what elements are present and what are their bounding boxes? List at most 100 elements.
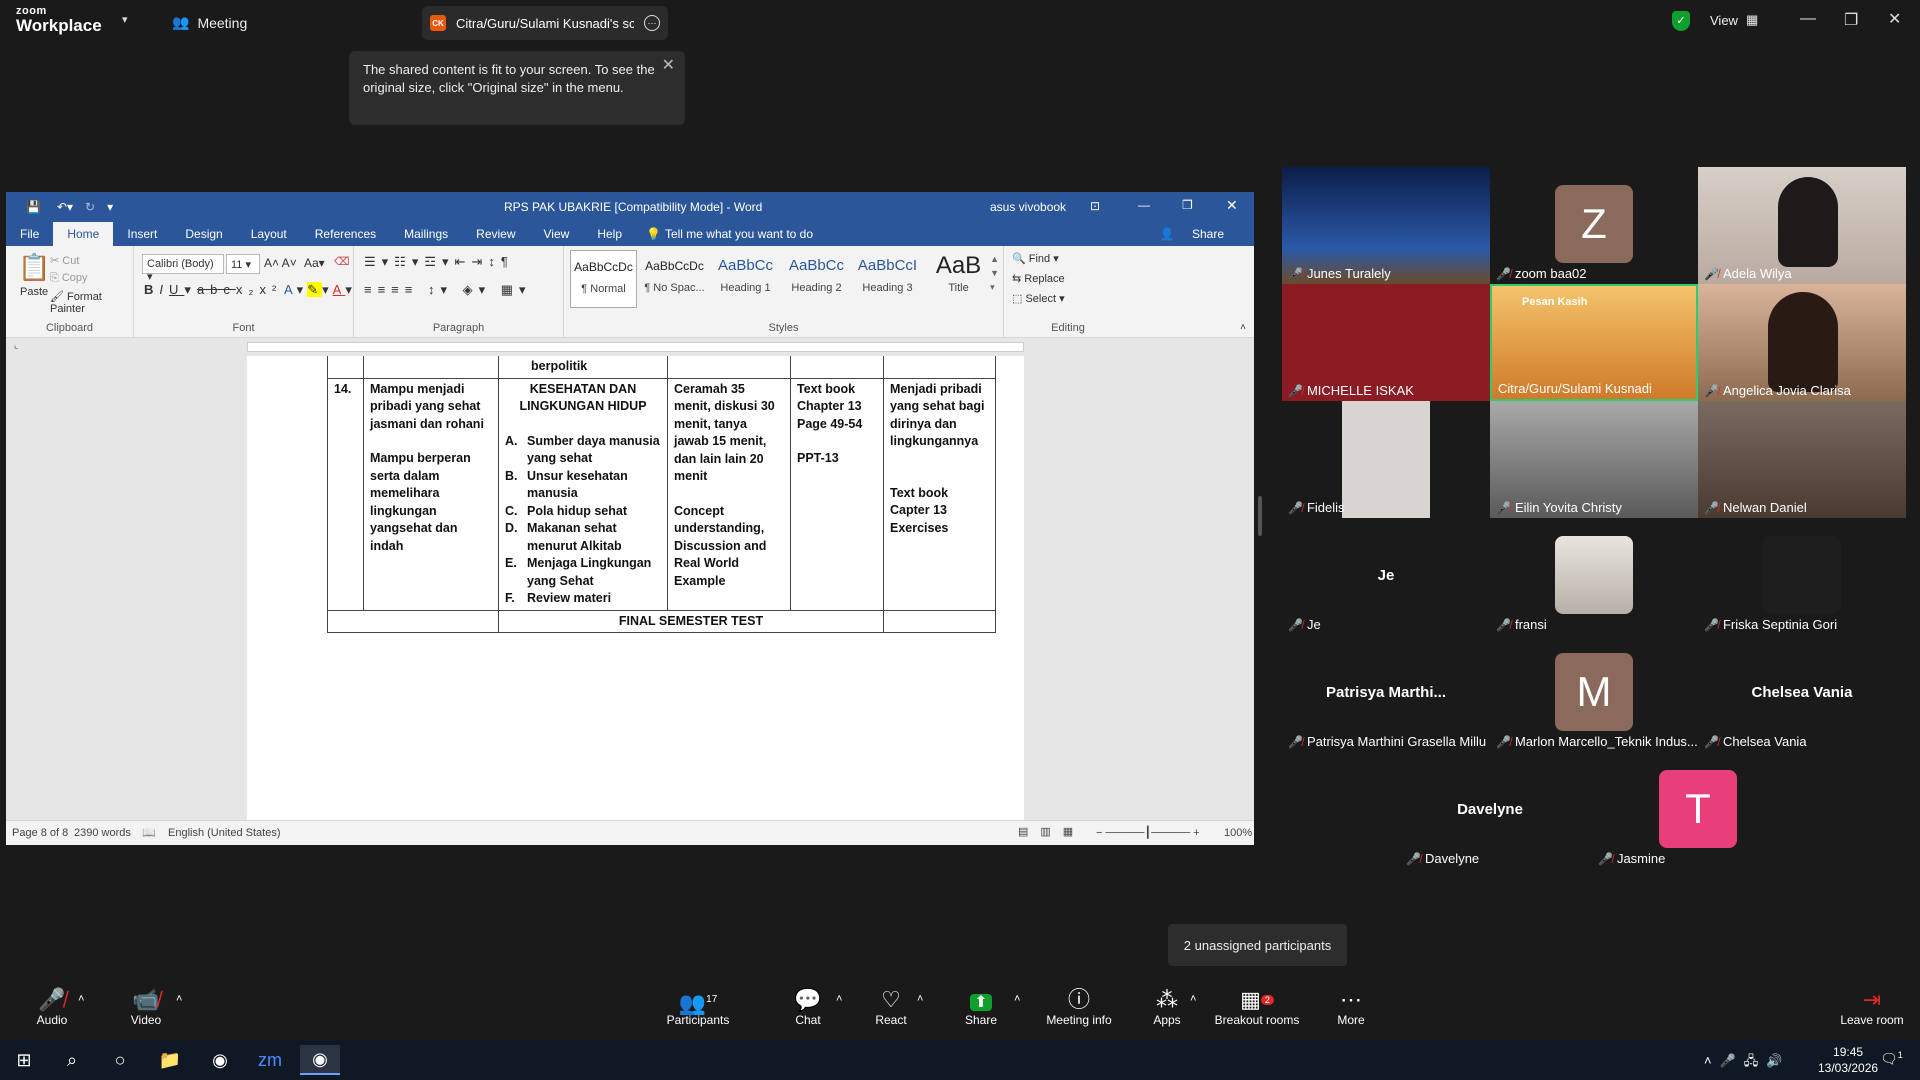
audio-options-caret[interactable]: ˄ [78,993,84,1005]
style-item[interactable]: AaB Title [925,250,992,308]
find-button[interactable]: 🔍 Find ▾ [1012,252,1059,265]
participant-tile[interactable]: 🎤̸ Friska Septinia Gori [1698,518,1906,635]
react-button[interactable]: ♡ React [874,987,908,1027]
share-button[interactable]: 👤 Share [1146,222,1254,246]
row-number[interactable]: 14. [327,377,364,611]
styles-scroll-icon[interactable]: ▲ ▼ ▾ [990,252,999,294]
more-options-icon[interactable]: ··· [644,15,660,31]
replace-button[interactable]: ⇆ Replace [1012,272,1065,285]
more-button[interactable]: ⋯ More [1336,987,1366,1027]
table-cell[interactable]: Mampu menjadi pribadi yang sehat jasmani… [363,377,499,611]
participant-tile[interactable]: 🎤̸ Fidelis [1282,401,1490,518]
participant-tile[interactable]: 🎤̸ Nelwan Daniel [1698,401,1906,518]
participant-tile[interactable]: 🎤̸ MICHELLE ISKAK [1282,284,1490,401]
zoom-level[interactable]: 100% [1224,827,1252,839]
table-cell[interactable]: Menjadi pribadi yang sehat bagi dirinya … [883,377,996,611]
minimize-icon[interactable]: — [1800,10,1816,28]
tab-review[interactable]: Review [462,222,529,246]
system-tray-icons[interactable]: ˄🎤🖧🔊 [1704,1052,1790,1074]
react-options-caret[interactable]: ˄ [917,993,923,1005]
zoom-slider[interactable]: − ─────┃───── + [1096,826,1200,839]
participant-tile[interactable]: 🎤̸ Adela Wilya [1698,167,1906,284]
format-painter-button[interactable]: 🖌 Format Painter [50,290,133,315]
participant-tile[interactable]: Patrisya Marthi... 🎤̸ Patrisya Marthini G… [1282,635,1490,752]
tab-help[interactable]: Help [583,222,636,246]
chrome-active-icon[interactable]: ◉ [300,1045,340,1075]
restore-icon[interactable]: ❐ [1844,10,1858,30]
participant-tile[interactable]: 🎤̸ Junes Turalely [1282,167,1490,284]
collapse-ribbon-icon[interactable]: ˄ [1240,322,1246,333]
chrome-icon[interactable]: ◉ [200,1045,240,1075]
save-icon[interactable]: 💾 [26,200,41,214]
align-icons[interactable]: ≡≡≡≡ ↕▾ ◈▾ ▦▾ [364,282,532,298]
font-name-select[interactable]: Calibri (Body) ▾ [142,254,224,283]
paste-icon[interactable]: 📋 [18,252,50,283]
participant-tile[interactable]: M 🎤̸ Marlon Marcello_Teknik Indus... [1490,635,1698,752]
participant-tile[interactable]: 🎤̸ fransi [1490,518,1698,635]
document-page[interactable]: berpolitik 14. Mampu menjadi pribadi yan… [247,356,1024,820]
apps-button[interactable]: ⁂ Apps [1152,987,1182,1027]
table-cell[interactable]: Text book Chapter 13 Page 49-54 PPT-13 [790,377,884,611]
tab-view[interactable]: View [530,222,584,246]
chat-options-caret[interactable]: ˄ [836,993,842,1005]
style-item[interactable]: AaBbCcDc ¶ Normal [570,250,637,308]
text-format-icons[interactable]: BIU▾abcx₂x² [144,282,282,298]
unassigned-participants-tooltip[interactable]: 2 unassigned participants [1168,924,1347,966]
meeting-info-button[interactable]: ⓘ Meeting info [1044,987,1114,1027]
select-button[interactable]: ⬚ Select ▾ [1012,292,1065,305]
audio-button[interactable]: 🎤̸ Audio [30,987,74,1027]
copy-button[interactable]: ⎘ Copy [50,272,88,285]
participant-tile[interactable]: Davelyne 🎤̸ Davelyne [1386,752,1594,869]
shield-check-icon[interactable]: ✓ [1672,11,1690,31]
style-item[interactable]: AaBbCcDc ¶ No Spac... [641,250,708,308]
change-case-icon[interactable]: Aa▾ [304,256,325,270]
page-count[interactable]: Page 8 of 8 [12,827,68,839]
customize-icon[interactable]: ▾ [107,200,113,214]
word-count[interactable]: 2390 words [74,827,131,839]
tab-selector-icon[interactable]: ⌞ [14,340,18,351]
participant-tile[interactable]: Chelsea Vania 🎤̸ Chelsea Vania [1698,635,1906,752]
ruler-track[interactable] [247,342,1024,352]
table-cell[interactable]: berpolitik [498,356,668,379]
language[interactable]: English (United States) [168,827,281,839]
participant-tile[interactable]: 🎤̸ Angelica Jovia Clarisa [1698,284,1906,401]
tab-insert[interactable]: Insert [113,222,171,246]
view-button[interactable]: View ▦ [1710,12,1758,28]
participants-button[interactable]: 👥17 Participants [664,987,732,1027]
meeting-tab[interactable]: 👥 Meeting [172,14,247,31]
undo-icon[interactable]: ↶▾ [57,200,73,214]
user-name[interactable]: asus vivobook [990,200,1066,214]
redo-icon[interactable]: ↻ [85,200,95,214]
share-tab[interactable]: CK Citra/Guru/Sulami Kusnadi's scre ··· [422,6,668,40]
breakout-rooms-button[interactable]: ▦ 2 Breakout rooms [1214,987,1300,1027]
proofing-icon[interactable]: 📖 [142,826,156,839]
tell-me-search[interactable]: Tell me what you want to do [665,222,813,246]
minimize-icon[interactable]: — [1138,198,1150,212]
tab-file[interactable]: File [6,222,53,246]
participant-tile[interactable]: Je 🎤̸ Je [1282,518,1490,635]
video-button[interactable]: 📹̸ Video [124,987,168,1027]
list-icons[interactable]: ☰▾☷▾☲▾⇤⇥↕¶ [364,254,514,270]
tab-references[interactable]: References [301,222,390,246]
style-item[interactable]: AaBbCc Heading 2 [783,250,850,308]
search-icon[interactable]: ⌕ [52,1045,92,1075]
tab-mailings[interactable]: Mailings [390,222,462,246]
video-options-caret[interactable]: ˄ [176,993,182,1005]
view-mode-icons[interactable]: ▤▥▦ [1018,825,1085,838]
chevron-down-icon[interactable]: ▾ [122,13,128,26]
zoom-app-icon[interactable]: zm [250,1045,290,1075]
share-options-caret[interactable]: ˄ [1014,993,1020,1005]
participant-tile[interactable]: Z 🎤̸ zoom baa02 [1490,167,1698,284]
leave-room-button[interactable]: ⇥ Leave room [1840,987,1904,1027]
share-button[interactable]: ⬆ Share [964,987,998,1027]
style-item[interactable]: AaBbCcI Heading 3 [854,250,921,308]
clear-format-icon[interactable]: ⌫ [334,255,350,268]
paste-button[interactable]: Paste [20,286,48,298]
font-size-select[interactable]: 11 ▾ [226,254,260,274]
notification-icon[interactable]: 🗨1 [1880,1050,1903,1068]
restore-icon[interactable]: ❐ [1182,198,1193,212]
cut-button[interactable]: ✂ Cut [50,254,79,267]
final-test-cell[interactable]: FINAL SEMESTER TEST [498,609,884,633]
close-icon[interactable]: ✕ [1888,9,1901,29]
task-view-icon[interactable]: ○ [100,1045,140,1075]
